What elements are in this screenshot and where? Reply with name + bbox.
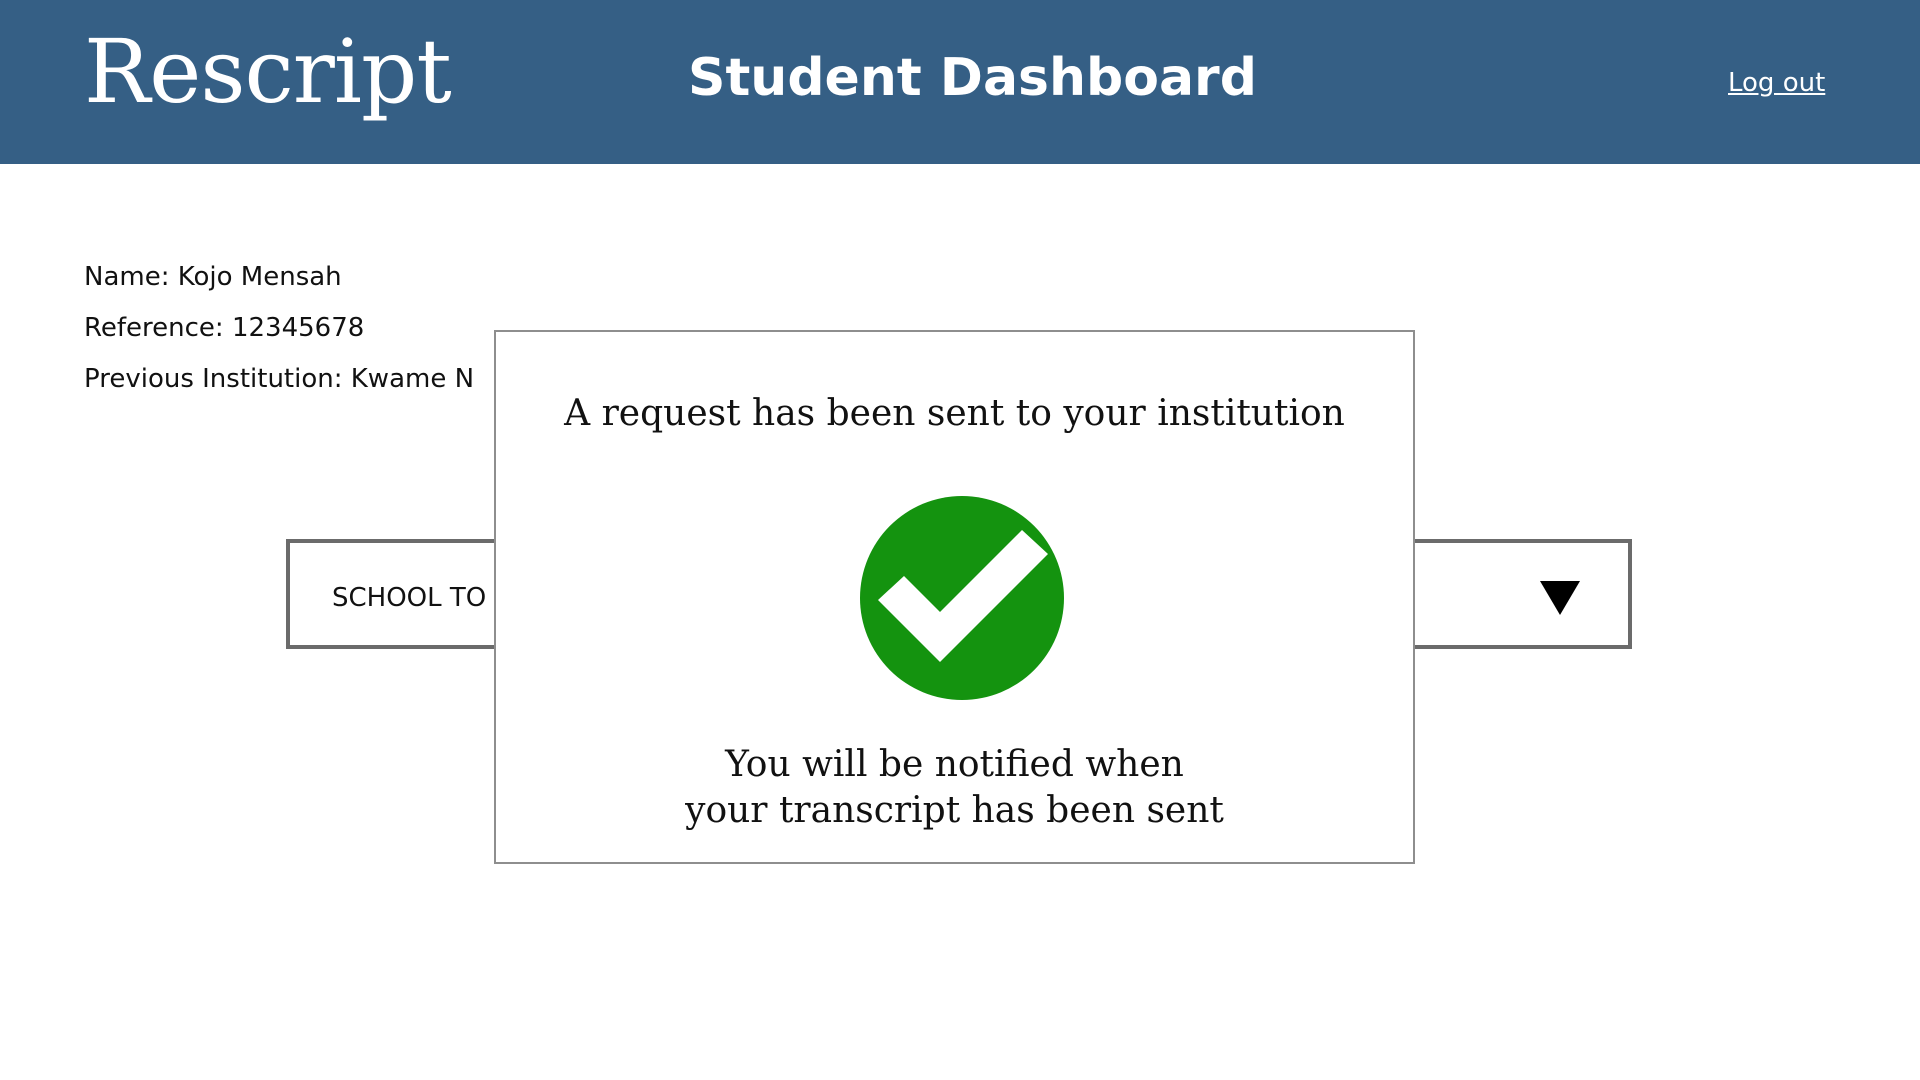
page-title: Student Dashboard [688,48,1257,108]
check-circle-icon [860,496,1064,700]
app-logo: Rescript [84,20,452,123]
triangle-down-icon [1540,581,1580,615]
modal-heading: A request has been sent to your institut… [564,393,1345,434]
header-bar: Rescript Student Dashboard Log out [0,0,1920,164]
modal-message-line-2: your transcript has been sent [685,790,1224,831]
school-select-label: SCHOOL TO [332,583,487,613]
modal-message-line-1: You will be notified when [725,744,1184,785]
student-reference: Reference: 12345678 [84,313,365,343]
logout-link[interactable]: Log out [1728,70,1825,96]
student-name: Name: Kojo Mensah [84,262,342,292]
confirmation-modal: A request has been sent to your institut… [494,330,1415,864]
previous-institution: Previous Institution: Kwame N [84,364,475,394]
modal-message: You will be notified when your transcrip… [496,742,1413,834]
student-dashboard-page: Rescript Student Dashboard Log out Name:… [0,0,1920,1080]
